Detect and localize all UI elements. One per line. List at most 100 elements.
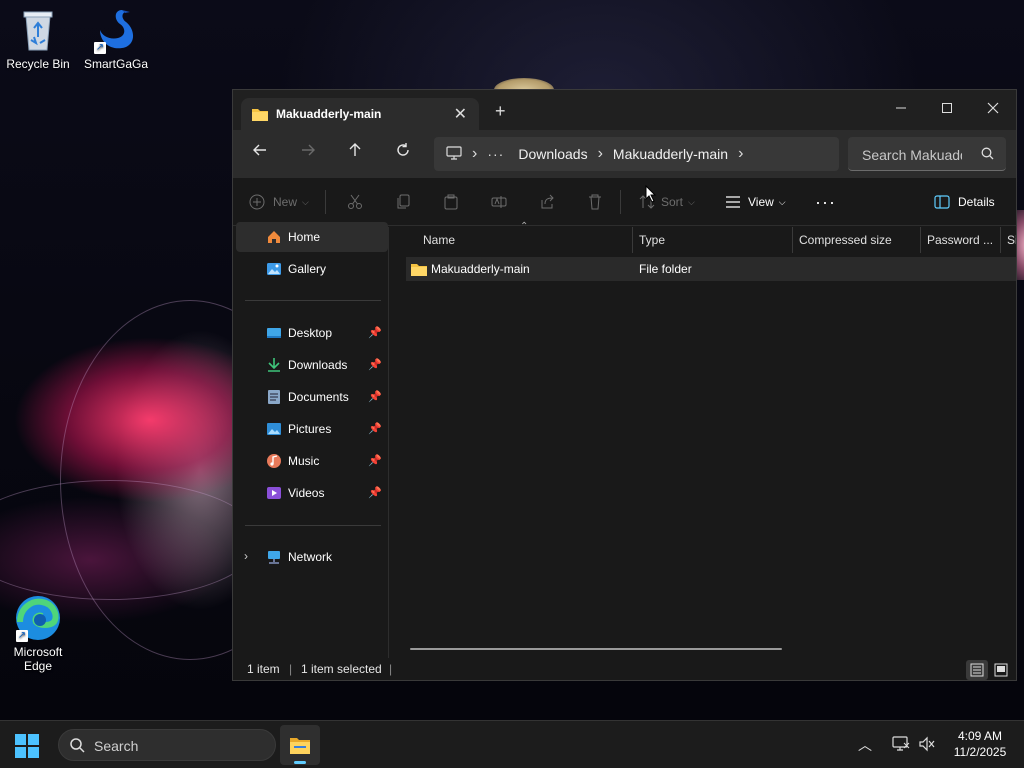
cut-button[interactable] xyxy=(347,178,363,226)
sidebar-item-videos[interactable]: Videos 📌 xyxy=(236,478,388,508)
pin-icon[interactable]: 📌 xyxy=(368,454,382,467)
system-clock[interactable]: 4:09 AM 11/2/2025 xyxy=(940,728,1020,760)
breadcrumb-overflow[interactable]: ··· xyxy=(487,146,504,162)
copy-icon xyxy=(397,194,410,209)
share-button[interactable] xyxy=(539,178,555,226)
taskbar-search-input[interactable]: Search xyxy=(58,729,276,761)
details-label: Details xyxy=(958,195,995,209)
sidebar-label: Home xyxy=(288,230,321,244)
item-count: 1 item xyxy=(247,662,280,676)
rename-button[interactable] xyxy=(491,178,507,226)
tab-makuadderly-main[interactable]: Makuadderly-main ✕ xyxy=(241,98,479,130)
file-explorer-icon xyxy=(289,735,311,758)
desktop-icon-recycle-bin[interactable]: Recycle Bin xyxy=(0,6,76,71)
view-list-icon xyxy=(726,196,740,208)
up-arrow-icon xyxy=(349,143,361,156)
sidebar-item-gallery[interactable]: Gallery xyxy=(236,254,388,284)
breadcrumb-chevron-icon[interactable]: › xyxy=(472,145,477,163)
back-arrow-icon xyxy=(253,144,266,156)
paste-button[interactable] xyxy=(443,178,459,226)
sidebar-item-home[interactable]: Home xyxy=(236,222,388,252)
network-status-icon[interactable] xyxy=(892,736,910,755)
pin-icon[interactable]: 📌 xyxy=(368,358,382,371)
large-icons-view-icon xyxy=(994,663,1008,677)
show-hidden-icons-button[interactable]: ︿ xyxy=(858,735,872,755)
breadcrumb-makuadderly-main[interactable]: Makuadderly-main xyxy=(613,146,728,162)
desktop-icon-label: SmartGaGa xyxy=(83,57,149,71)
share-icon xyxy=(541,194,554,209)
chevron-down-icon: ⌵ xyxy=(302,196,309,207)
delete-button[interactable] xyxy=(587,178,603,226)
sidebar-item-documents[interactable]: Documents 📌 xyxy=(236,382,388,412)
back-button[interactable] xyxy=(245,142,275,166)
tiles-view-button[interactable] xyxy=(990,660,1012,680)
scissors-icon xyxy=(348,194,362,209)
sidebar-item-music[interactable]: Music 📌 xyxy=(236,446,388,476)
copy-button[interactable] xyxy=(395,178,411,226)
sidebar-item-network[interactable]: › Network xyxy=(236,542,388,572)
view-button[interactable]: View ⌵ xyxy=(725,178,786,226)
desktop-icon-edge[interactable]: ↗ Microsoft Edge xyxy=(0,594,76,673)
more-options-button[interactable]: ··· xyxy=(815,178,836,226)
folder-icon xyxy=(251,106,269,125)
sidebar-label: Pictures xyxy=(288,422,332,436)
sidebar-item-downloads[interactable]: Downloads 📌 xyxy=(236,350,388,380)
close-icon xyxy=(987,102,999,114)
expand-chevron-icon[interactable]: › xyxy=(244,549,248,563)
taskbar-file-explorer-button[interactable] xyxy=(280,725,320,765)
search-icon xyxy=(69,737,85,756)
table-row[interactable]: Makuadderly-main File folder xyxy=(406,257,1016,281)
pin-icon[interactable]: 📌 xyxy=(368,390,382,403)
details-view-icon xyxy=(970,663,984,677)
desktop-folder-icon xyxy=(266,325,282,344)
taskbar-search-placeholder: Search xyxy=(94,738,139,754)
start-button[interactable] xyxy=(14,733,50,759)
breadcrumb-chevron-icon[interactable]: › xyxy=(738,145,743,163)
sidebar-item-desktop[interactable]: Desktop 📌 xyxy=(236,318,388,348)
horizontal-scrollbar[interactable] xyxy=(410,648,782,650)
tab-close-icon[interactable]: ✕ xyxy=(454,104,467,124)
new-button[interactable]: New ⌵ xyxy=(249,178,309,226)
column-header-size[interactable]: Si xyxy=(1001,227,1016,253)
breadcrumb-chevron-icon[interactable]: › xyxy=(598,145,603,163)
status-bar: 1 item | 1 item selected | xyxy=(233,658,1016,680)
sidebar-item-pictures[interactable]: Pictures 📌 xyxy=(236,414,388,444)
clock-date: 11/2/2025 xyxy=(953,745,1007,759)
column-header-compressed-size[interactable]: Compressed size xyxy=(793,227,921,253)
refresh-button[interactable] xyxy=(388,142,418,166)
column-header-type[interactable]: Type xyxy=(633,227,793,253)
shortcut-arrow-icon: ↗ xyxy=(16,630,28,642)
search-input[interactable]: Search Makuadderly-main xyxy=(848,137,1006,171)
pin-icon[interactable]: 📌 xyxy=(368,326,382,339)
document-icon xyxy=(266,389,282,408)
sidebar-divider xyxy=(245,300,381,301)
music-icon xyxy=(266,453,282,472)
sidebar-label: Network xyxy=(288,550,333,564)
forward-button[interactable] xyxy=(293,142,323,166)
file-explorer-window: Makuadderly-main ✕ + › ··· Downloads › M… xyxy=(232,89,1017,681)
desktop-icon-smartgaga[interactable]: ↗ SmartGaGa xyxy=(78,6,154,71)
recycle-bin-icon xyxy=(14,6,62,54)
volume-muted-icon[interactable] xyxy=(918,736,936,755)
details-pane-button[interactable]: Details xyxy=(934,178,995,226)
pin-icon[interactable]: 📌 xyxy=(368,486,382,499)
desktop-icon-label: Microsoft Edge xyxy=(13,645,63,673)
close-button[interactable] xyxy=(970,95,1016,123)
clock-time: 4:09 AM xyxy=(957,729,1003,743)
up-button[interactable] xyxy=(340,142,370,166)
sidebar-label: Videos xyxy=(288,486,325,500)
address-bar[interactable]: › ··· Downloads › Makuadderly-main › xyxy=(434,137,839,171)
title-bar[interactable]: Makuadderly-main ✕ + xyxy=(233,90,1016,130)
row-type: File folder xyxy=(639,262,692,276)
column-header-password[interactable]: Password ... xyxy=(921,227,1001,253)
sidebar-label: Desktop xyxy=(288,326,333,340)
gallery-icon xyxy=(266,261,282,280)
details-view-button[interactable] xyxy=(966,660,988,680)
toolbar-divider xyxy=(620,190,621,214)
search-placeholder: Search Makuadderly-main xyxy=(862,147,962,163)
minimize-button[interactable] xyxy=(878,95,924,123)
pin-icon[interactable]: 📌 xyxy=(368,422,382,435)
new-tab-button[interactable]: + xyxy=(495,102,506,120)
breadcrumb-downloads[interactable]: Downloads xyxy=(518,146,587,162)
maximize-button[interactable] xyxy=(924,95,970,123)
